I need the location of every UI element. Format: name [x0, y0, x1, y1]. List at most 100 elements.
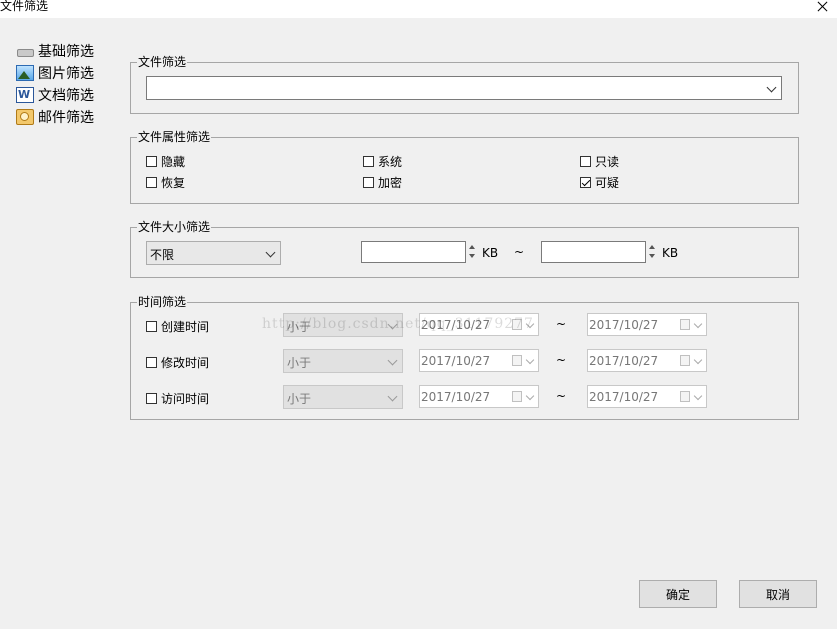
created-time-from-date[interactable]: 2017/10/27	[419, 313, 539, 336]
modified-time-checkbox[interactable]: 修改时间	[146, 354, 209, 371]
chevron-down-icon	[693, 391, 703, 401]
chevron-down-icon	[525, 319, 535, 329]
attribute-filter-group: 文件属性筛选	[130, 131, 799, 204]
date-value: 2017/10/27	[421, 354, 491, 368]
chevron-down-icon	[387, 391, 398, 402]
file-filter-combobox[interactable]	[146, 76, 782, 100]
window-title: 文件筛选	[0, 0, 49, 13]
calendar-icon[interactable]	[512, 391, 522, 402]
checkbox-box	[146, 357, 157, 368]
date-value: 2017/10/27	[421, 390, 491, 404]
created-time-compare-dropdown[interactable]: 小于	[283, 313, 403, 337]
date-value: 2017/10/27	[589, 390, 659, 404]
chevron-down-icon	[766, 82, 777, 93]
nav-item-label: 图片筛选	[38, 66, 94, 82]
chevron-down-icon	[265, 247, 276, 258]
checkbox-box	[363, 156, 374, 167]
checkbox-label: 隐藏	[161, 155, 186, 169]
suspicious-checkbox[interactable]: 可疑	[580, 174, 619, 191]
spin-down-icon	[649, 254, 655, 258]
image-icon	[16, 65, 34, 81]
drive-icon	[16, 43, 34, 59]
spin-up-icon	[469, 245, 475, 249]
chevron-down-icon	[525, 355, 535, 365]
calendar-icon[interactable]	[512, 319, 522, 330]
max-size-spinner[interactable]	[647, 241, 657, 263]
nav-item-basic-filter[interactable]: 基础筛选	[16, 40, 94, 62]
checkbox-label: 修改时间	[161, 356, 210, 370]
min-size-spinner[interactable]	[467, 241, 477, 263]
checkbox-box	[363, 177, 374, 188]
filter-nav: 基础筛选 图片筛选 W 文档筛选 邮件筛选	[16, 40, 94, 128]
checkbox-label: 创建时间	[161, 320, 210, 334]
chevron-down-icon	[693, 355, 703, 365]
compare-value: 小于	[287, 320, 312, 334]
file-filter-legend: 文件筛选	[138, 55, 187, 69]
checkbox-label: 只读	[595, 155, 620, 169]
chevron-down-icon	[525, 391, 535, 401]
date-value: 2017/10/27	[589, 354, 659, 368]
checkbox-box	[146, 156, 157, 167]
accessed-time-from-date[interactable]: 2017/10/27	[419, 385, 539, 408]
close-icon[interactable]	[815, 0, 831, 14]
checkbox-label: 加密	[378, 176, 403, 190]
nav-item-label: 基础筛选	[38, 44, 94, 60]
modified-time-from-date[interactable]: 2017/10/27	[419, 349, 539, 372]
cancel-button[interactable]: 取消	[739, 580, 817, 608]
min-size-unit: KB	[482, 246, 499, 260]
checkbox-label: 访问时间	[161, 392, 210, 406]
compare-value: 小于	[287, 392, 312, 406]
ok-button[interactable]: 确定	[639, 580, 717, 608]
created-time-to-date[interactable]: 2017/10/27	[587, 313, 707, 336]
recovered-checkbox[interactable]: 恢复	[146, 174, 185, 191]
accessed-time-checkbox[interactable]: 访问时间	[146, 390, 209, 407]
max-size-input[interactable]	[541, 241, 646, 263]
chevron-down-icon	[387, 319, 398, 330]
spin-up-icon	[649, 245, 655, 249]
nav-item-mail-filter[interactable]: 邮件筛选	[16, 106, 94, 128]
spin-down-icon	[469, 254, 475, 258]
size-filter-legend: 文件大小筛选	[138, 220, 211, 234]
nav-item-document-filter[interactable]: W 文档筛选	[16, 84, 94, 106]
min-size-input[interactable]	[361, 241, 466, 263]
encrypted-checkbox[interactable]: 加密	[363, 174, 402, 191]
checkbox-label: 可疑	[595, 176, 620, 190]
modified-time-to-date[interactable]: 2017/10/27	[587, 349, 707, 372]
max-size-unit: KB	[662, 246, 679, 260]
accessed-time-compare-dropdown[interactable]: 小于	[283, 385, 403, 409]
checkbox-label: 系统	[378, 155, 403, 169]
title-bar: 文件筛选	[0, 0, 837, 18]
date-range-separator: ~	[556, 317, 567, 331]
date-value: 2017/10/27	[421, 318, 491, 332]
checkbox-box	[146, 393, 157, 404]
date-range-separator: ~	[556, 389, 567, 403]
size-mode-dropdown[interactable]: 不限	[146, 241, 281, 265]
checkbox-box	[580, 156, 591, 167]
size-range-separator: ~	[514, 245, 525, 259]
mail-icon	[16, 109, 34, 125]
accessed-time-to-date[interactable]: 2017/10/27	[587, 385, 707, 408]
nav-item-label: 文档筛选	[38, 88, 94, 104]
nav-item-label: 邮件筛选	[38, 110, 94, 126]
chevron-down-icon	[693, 319, 703, 329]
readonly-checkbox[interactable]: 只读	[580, 153, 619, 170]
checkbox-box	[146, 321, 157, 332]
size-mode-value: 不限	[150, 248, 175, 262]
created-time-checkbox[interactable]: 创建时间	[146, 318, 209, 335]
checkbox-box	[580, 177, 591, 188]
date-value: 2017/10/27	[589, 318, 659, 332]
calendar-icon[interactable]	[680, 391, 690, 402]
nav-item-image-filter[interactable]: 图片筛选	[16, 62, 94, 84]
calendar-icon[interactable]	[680, 355, 690, 366]
checkbox-label: 恢复	[161, 176, 186, 190]
modified-time-compare-dropdown[interactable]: 小于	[283, 349, 403, 373]
compare-value: 小于	[287, 356, 312, 370]
hidden-checkbox[interactable]: 隐藏	[146, 153, 185, 170]
date-range-separator: ~	[556, 353, 567, 367]
word-icon: W	[16, 87, 34, 103]
system-checkbox[interactable]: 系统	[363, 153, 402, 170]
attribute-filter-legend: 文件属性筛选	[138, 130, 211, 144]
time-filter-legend: 时间筛选	[138, 295, 187, 309]
calendar-icon[interactable]	[512, 355, 522, 366]
calendar-icon[interactable]	[680, 319, 690, 330]
